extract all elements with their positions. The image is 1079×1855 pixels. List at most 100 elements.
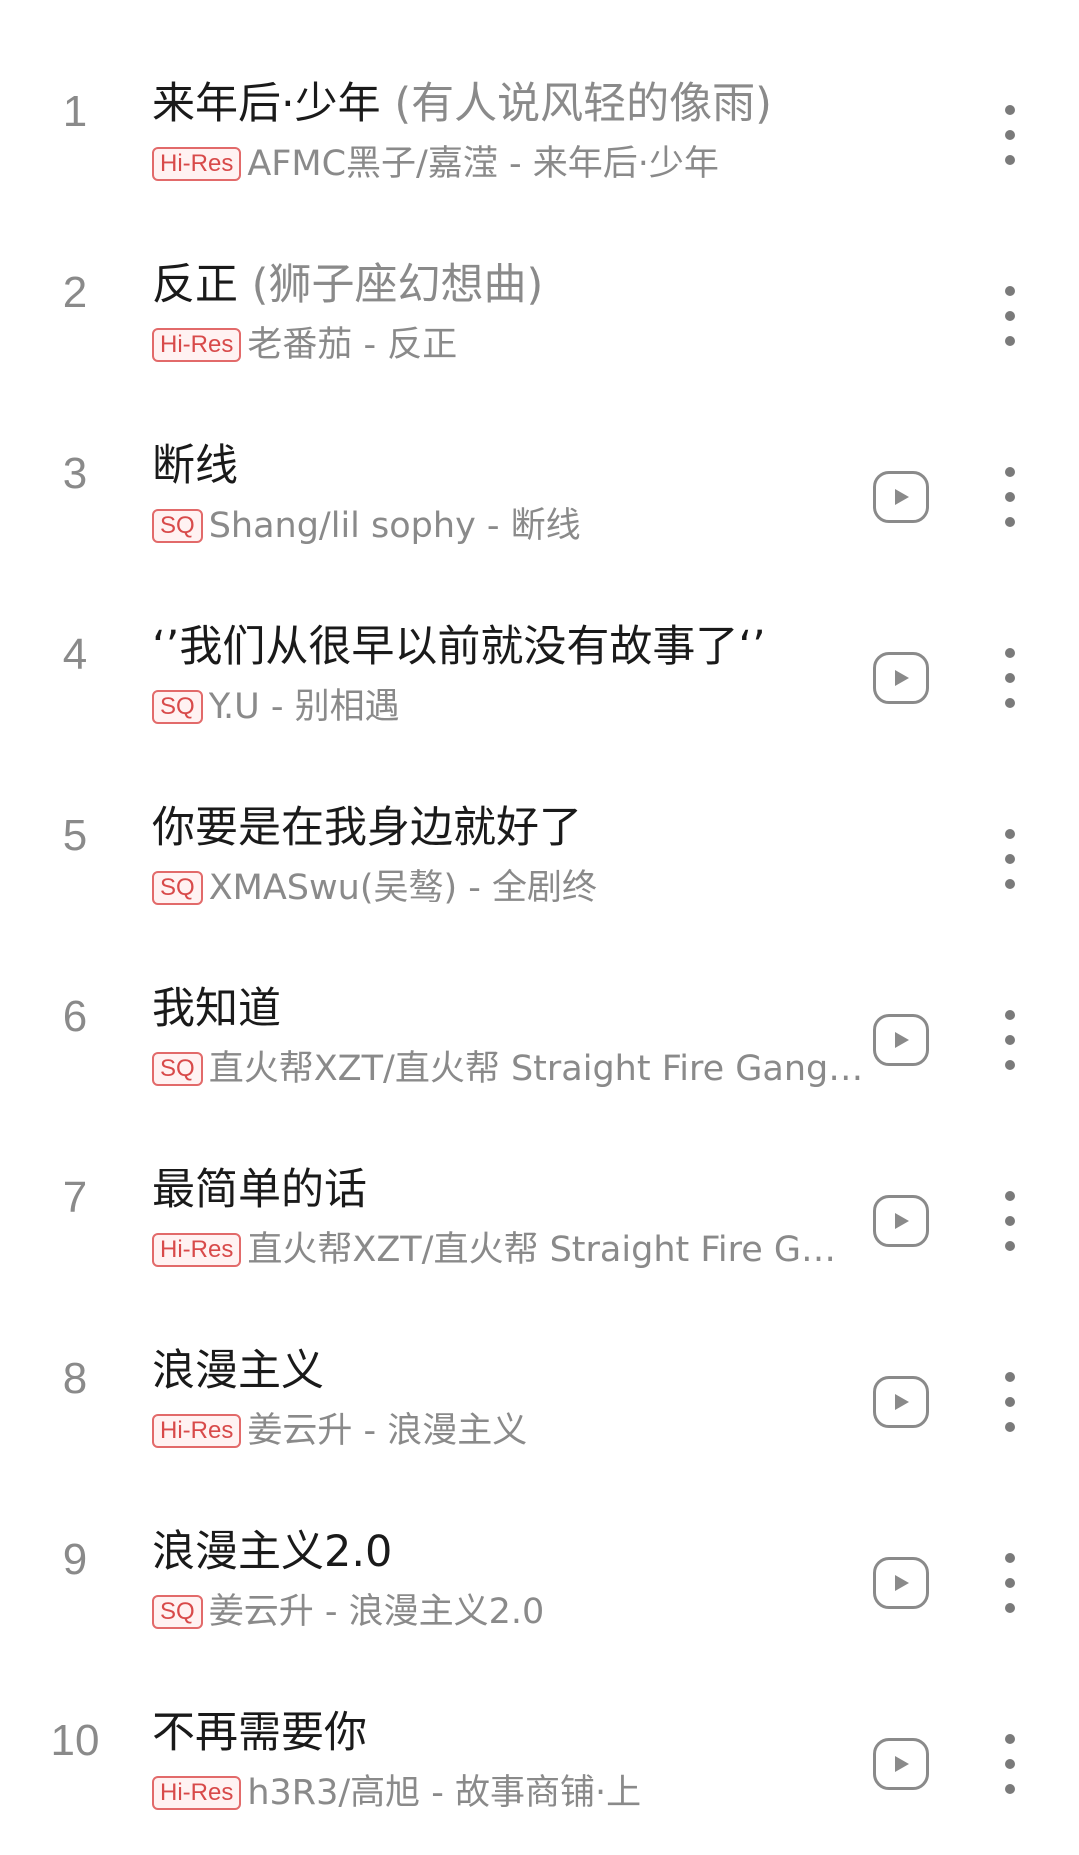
- song-row[interactable]: 10 不再需要你 Hi-Res h3R3/高旭 - 故事商铺·上: [0, 1674, 1079, 1855]
- more-dot: [1005, 336, 1015, 346]
- song-title-text: 反正: [152, 260, 238, 310]
- more-dot: [1005, 1010, 1015, 1020]
- more-dot: [1005, 1191, 1015, 1201]
- song-index: 6: [62, 992, 88, 1041]
- more-dot: [1005, 1784, 1015, 1794]
- more-dot: [1005, 492, 1015, 502]
- song-artist-album: Shang/lil sophy - 断线: [208, 506, 581, 546]
- play-video-icon[interactable]: [873, 1195, 929, 1247]
- song-index: 2: [62, 268, 88, 317]
- song-artist-album: 老番茄 - 反正: [247, 325, 458, 365]
- play-video-icon[interactable]: [873, 652, 929, 704]
- song-title-text: 浪漫主义2.0: [152, 1527, 393, 1577]
- song-meta: Hi-Res 姜云升 - 浪漫主义: [152, 1409, 527, 1453]
- song-title: 最简单的话: [152, 1164, 367, 1216]
- more-dot: [1005, 1553, 1015, 1563]
- song-title: 来年后·少年 (有人说风轻的像雨): [152, 78, 772, 130]
- more-vertical-icon[interactable]: [998, 286, 1022, 346]
- song-meta: Hi-Res 直火帮XZT/直火帮 Straight Fire G…: [152, 1228, 836, 1272]
- more-dot: [1005, 1372, 1015, 1382]
- song-title-text: 浪漫主义: [152, 1346, 324, 1396]
- song-index: 10: [50, 1716, 100, 1765]
- song-title-text: 我知道: [152, 984, 281, 1034]
- more-dot: [1005, 829, 1015, 839]
- song-title-text: ‘’我们从很早以前就没有故事了‘’: [152, 622, 766, 672]
- more-vertical-icon[interactable]: [998, 1553, 1022, 1613]
- more-dot: [1005, 1578, 1015, 1588]
- song-title: 我知道: [152, 983, 281, 1035]
- more-dot: [1005, 1216, 1015, 1226]
- play-triangle-icon: [895, 1213, 909, 1229]
- quality-badge: SQ: [152, 1052, 203, 1086]
- song-meta: Hi-Res h3R3/高旭 - 故事商铺·上: [152, 1771, 641, 1815]
- more-dot: [1005, 1759, 1015, 1769]
- more-dot: [1005, 311, 1015, 321]
- more-vertical-icon[interactable]: [998, 648, 1022, 708]
- more-dot: [1005, 1060, 1015, 1070]
- song-list: 1 来年后·少年 (有人说风轻的像雨) Hi-Res AFMC黑子/嘉滢 - 来年后·…: [0, 0, 1079, 1832]
- more-vertical-icon[interactable]: [998, 1734, 1022, 1794]
- song-meta: Hi-Res 老番茄 - 反正: [152, 323, 457, 367]
- song-artist-album: 姜云升 - 浪漫主义2.0: [208, 1592, 545, 1632]
- more-vertical-icon[interactable]: [998, 1372, 1022, 1432]
- more-dot: [1005, 1603, 1015, 1613]
- more-dot: [1005, 1397, 1015, 1407]
- song-row[interactable]: 6 我知道 SQ 直火帮XZT/直火帮 Straight Fire Gang…: [0, 950, 1079, 1131]
- song-index: 5: [62, 811, 88, 860]
- quality-badge: SQ: [152, 871, 203, 905]
- song-title: 断线: [152, 440, 238, 492]
- quality-badge: SQ: [152, 1595, 203, 1629]
- quality-badge: Hi-Res: [152, 1414, 242, 1448]
- song-row[interactable]: 4 ‘’我们从很早以前就没有故事了‘’ SQ Y.U - 别相遇: [0, 588, 1079, 769]
- play-triangle-icon: [895, 670, 909, 686]
- more-dot: [1005, 105, 1015, 115]
- song-meta: SQ 直火帮XZT/直火帮 Straight Fire Gang…: [152, 1047, 863, 1091]
- play-triangle-icon: [895, 489, 909, 505]
- song-row[interactable]: 7 最简单的话 Hi-Res 直火帮XZT/直火帮 Straight Fire G…: [0, 1131, 1079, 1312]
- more-dot: [1005, 673, 1015, 683]
- song-meta: SQ Shang/lil sophy - 断线: [152, 504, 581, 548]
- song-title-text: 断线: [152, 441, 238, 491]
- more-dot: [1005, 155, 1015, 165]
- song-artist-album: Y.U - 别相遇: [208, 687, 400, 727]
- more-dot: [1005, 879, 1015, 889]
- song-row[interactable]: 1 来年后·少年 (有人说风轻的像雨) Hi-Res AFMC黑子/嘉滢 - 来年后·…: [0, 45, 1079, 226]
- quality-badge: Hi-Res: [152, 1233, 242, 1267]
- more-dot: [1005, 1734, 1015, 1744]
- more-vertical-icon[interactable]: [998, 105, 1022, 165]
- play-video-icon[interactable]: [873, 1376, 929, 1428]
- quality-badge: SQ: [152, 690, 203, 724]
- song-meta: SQ 姜云升 - 浪漫主义2.0: [152, 1590, 544, 1634]
- more-dot: [1005, 467, 1015, 477]
- song-title: 反正 (狮子座幻想曲): [152, 259, 543, 311]
- play-video-icon[interactable]: [873, 1014, 929, 1066]
- song-row[interactable]: 8 浪漫主义 Hi-Res 姜云升 - 浪漫主义: [0, 1312, 1079, 1493]
- play-triangle-icon: [895, 1756, 909, 1772]
- song-row[interactable]: 2 反正 (狮子座幻想曲) Hi-Res 老番茄 - 反正: [0, 226, 1079, 407]
- song-row[interactable]: 3 断线 SQ Shang/lil sophy - 断线: [0, 407, 1079, 588]
- more-vertical-icon[interactable]: [998, 467, 1022, 527]
- song-meta: SQ Y.U - 别相遇: [152, 685, 400, 729]
- song-title: 不再需要你: [152, 1707, 367, 1759]
- song-title: 浪漫主义: [152, 1345, 324, 1397]
- more-dot: [1005, 1035, 1015, 1045]
- quality-badge: Hi-Res: [152, 1776, 242, 1810]
- song-meta: SQ XMASwu(吴骜) - 全剧终: [152, 866, 597, 910]
- song-index: 7: [62, 1173, 88, 1222]
- song-index: 4: [62, 630, 88, 679]
- more-vertical-icon[interactable]: [998, 1010, 1022, 1070]
- song-row[interactable]: 9 浪漫主义2.0 SQ 姜云升 - 浪漫主义2.0: [0, 1493, 1079, 1674]
- quality-badge: Hi-Res: [152, 328, 242, 362]
- song-row[interactable]: 5 你要是在我身边就好了 SQ XMASwu(吴骜) - 全剧终: [0, 769, 1079, 950]
- more-dot: [1005, 698, 1015, 708]
- song-artist-album: h3R3/高旭 - 故事商铺·上: [247, 1773, 642, 1813]
- play-video-icon[interactable]: [873, 1557, 929, 1609]
- play-video-icon[interactable]: [873, 1738, 929, 1790]
- more-vertical-icon[interactable]: [998, 829, 1022, 889]
- song-artist-album: 姜云升 - 浪漫主义: [247, 1411, 528, 1451]
- more-vertical-icon[interactable]: [998, 1191, 1022, 1251]
- play-video-icon[interactable]: [873, 471, 929, 523]
- song-title-text: 来年后·少年: [152, 79, 381, 129]
- play-triangle-icon: [895, 1032, 909, 1048]
- song-meta: Hi-Res AFMC黑子/嘉滢 - 来年后·少年: [152, 142, 719, 186]
